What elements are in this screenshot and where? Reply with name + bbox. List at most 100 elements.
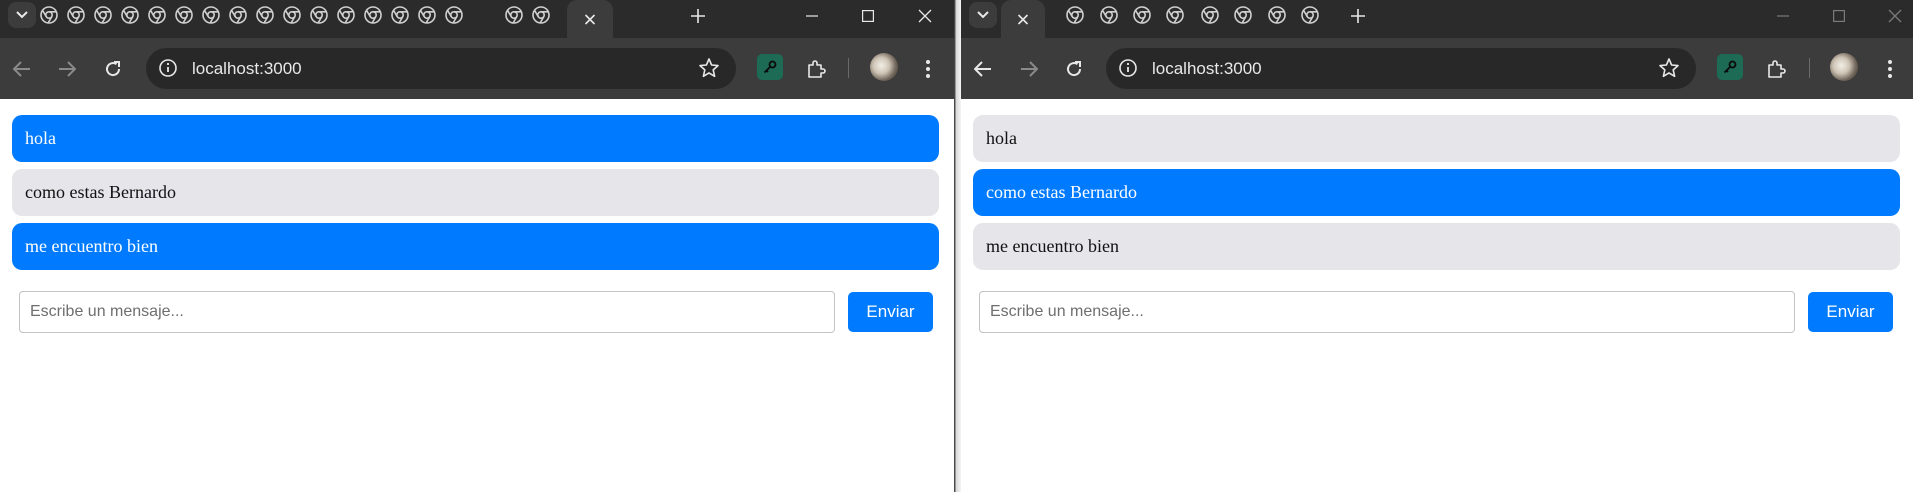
tab-active[interactable] <box>567 0 613 38</box>
message-input[interactable] <box>19 291 835 333</box>
chrome-globe-icon[interactable] <box>40 6 58 24</box>
extensions-button[interactable] <box>1762 55 1790 83</box>
key-glyph <box>1723 60 1737 74</box>
chrome-globe-icon[interactable] <box>1166 6 1184 24</box>
key-extension-icon[interactable] <box>757 54 783 80</box>
chat-message: me encuentro bien <box>973 223 1900 270</box>
plus-icon <box>1351 9 1365 23</box>
chrome-globe-icon[interactable] <box>1268 6 1286 24</box>
reload-button[interactable] <box>99 55 127 83</box>
maximize-button[interactable] <box>856 4 880 28</box>
minimize-button[interactable] <box>800 4 824 28</box>
chrome-globe-icon[interactable] <box>1234 6 1252 24</box>
reload-icon <box>1067 61 1082 77</box>
chevron-down-icon <box>16 11 28 19</box>
address-bar[interactable]: localhost:3000 <box>146 48 736 89</box>
tab-active[interactable] <box>1001 0 1045 38</box>
chrome-globe-icon[interactable] <box>1301 6 1319 24</box>
chrome-globe-icon[interactable] <box>364 6 382 24</box>
chevron-down-icon <box>977 11 989 19</box>
key-glyph <box>763 60 777 74</box>
new-tab-button[interactable] <box>687 5 709 27</box>
chrome-globe-icon[interactable] <box>1100 6 1118 24</box>
chrome-globe-icon[interactable] <box>310 6 328 24</box>
chrome-globe-icon[interactable] <box>445 6 463 24</box>
message-input[interactable] <box>979 291 1795 333</box>
close-tab-icon[interactable] <box>584 14 596 25</box>
browser-window-right: localhost:3000 hola como estas Bernardo … <box>961 0 1913 492</box>
arrow-right-icon <box>59 61 76 77</box>
info-icon[interactable] <box>1118 58 1138 78</box>
reload-icon <box>106 61 121 77</box>
address-bar[interactable]: localhost:3000 <box>1106 48 1696 89</box>
tab-search-button[interactable] <box>969 2 997 28</box>
menu-button[interactable] <box>1876 55 1904 83</box>
back-button[interactable] <box>8 55 36 83</box>
chrome-globe-icon[interactable] <box>1133 6 1151 24</box>
chrome-globe-icon[interactable] <box>229 6 247 24</box>
toolbar: localhost:3000 <box>0 38 954 99</box>
plus-icon <box>691 9 705 23</box>
url-text: localhost:3000 <box>1152 59 1262 78</box>
chrome-globe-icon[interactable] <box>532 6 550 24</box>
chrome-globe-icon[interactable] <box>337 6 355 24</box>
key-extension-icon[interactable] <box>1717 54 1743 80</box>
maximize-icon <box>862 10 874 22</box>
browser-window-left: localhost:3000 hola como estas Bernardo … <box>0 0 954 492</box>
screen: localhost:3000 hola como estas Bernardo … <box>0 0 1913 492</box>
chrome-globe-icon[interactable] <box>418 6 436 24</box>
chrome-globe-icon[interactable] <box>175 6 193 24</box>
chrome-globe-icon[interactable] <box>283 6 301 24</box>
chat-message: como estas Bernardo <box>973 169 1900 216</box>
chat-message: me encuentro bien <box>12 223 939 270</box>
avatar[interactable] <box>1830 53 1858 81</box>
chrome-globe-icon[interactable] <box>505 6 523 24</box>
toolbar: localhost:3000 <box>961 38 1913 99</box>
chrome-globe-icon[interactable] <box>1201 6 1219 24</box>
window-divider <box>954 0 961 492</box>
puzzle-icon <box>1768 60 1786 78</box>
maximize-icon <box>1833 10 1845 22</box>
chrome-globe-icon[interactable] <box>94 6 112 24</box>
puzzle-icon <box>808 60 826 78</box>
url-text: localhost:3000 <box>192 59 302 78</box>
forward-button[interactable] <box>53 55 81 83</box>
chat-page: hola como estas Bernardo me encuentro bi… <box>0 99 954 492</box>
arrow-left-icon <box>13 61 30 77</box>
kebab-menu-icon <box>1888 60 1892 78</box>
reload-button[interactable] <box>1060 55 1088 83</box>
chrome-globe-icon[interactable] <box>121 6 139 24</box>
chrome-globe-icon[interactable] <box>148 6 166 24</box>
kebab-menu-icon <box>926 60 930 78</box>
send-button[interactable]: Enviar <box>1808 292 1893 332</box>
chrome-globe-icon[interactable] <box>67 6 85 24</box>
menu-button[interactable] <box>914 55 942 83</box>
arrow-left-icon <box>974 61 991 77</box>
extensions-button[interactable] <box>802 55 830 83</box>
chrome-globe-icon[interactable] <box>202 6 220 24</box>
forward-button[interactable] <box>1015 55 1043 83</box>
send-button[interactable]: Enviar <box>848 292 933 332</box>
star-icon[interactable] <box>1658 57 1680 79</box>
new-tab-button[interactable] <box>1347 5 1369 27</box>
star-icon[interactable] <box>698 57 720 79</box>
chrome-globe-icon[interactable] <box>391 6 409 24</box>
chat-message: hola <box>973 115 1900 162</box>
minimize-button[interactable] <box>1771 4 1795 28</box>
close-window-button[interactable] <box>1883 4 1907 28</box>
close-icon <box>918 9 932 23</box>
close-icon <box>1888 9 1902 23</box>
tab-strip <box>961 0 1913 38</box>
info-icon[interactable] <box>158 58 178 78</box>
chat-message: como estas Bernardo <box>12 169 939 216</box>
tab-strip <box>0 0 954 38</box>
close-tab-icon[interactable] <box>1017 14 1029 25</box>
avatar[interactable] <box>870 53 898 81</box>
maximize-button[interactable] <box>1827 4 1851 28</box>
back-button[interactable] <box>969 55 997 83</box>
chrome-globe-icon[interactable] <box>256 6 274 24</box>
close-window-button[interactable] <box>913 4 937 28</box>
toolbar-separator <box>848 58 849 78</box>
chrome-globe-icon[interactable] <box>1066 6 1084 24</box>
tab-search-button[interactable] <box>8 2 36 28</box>
